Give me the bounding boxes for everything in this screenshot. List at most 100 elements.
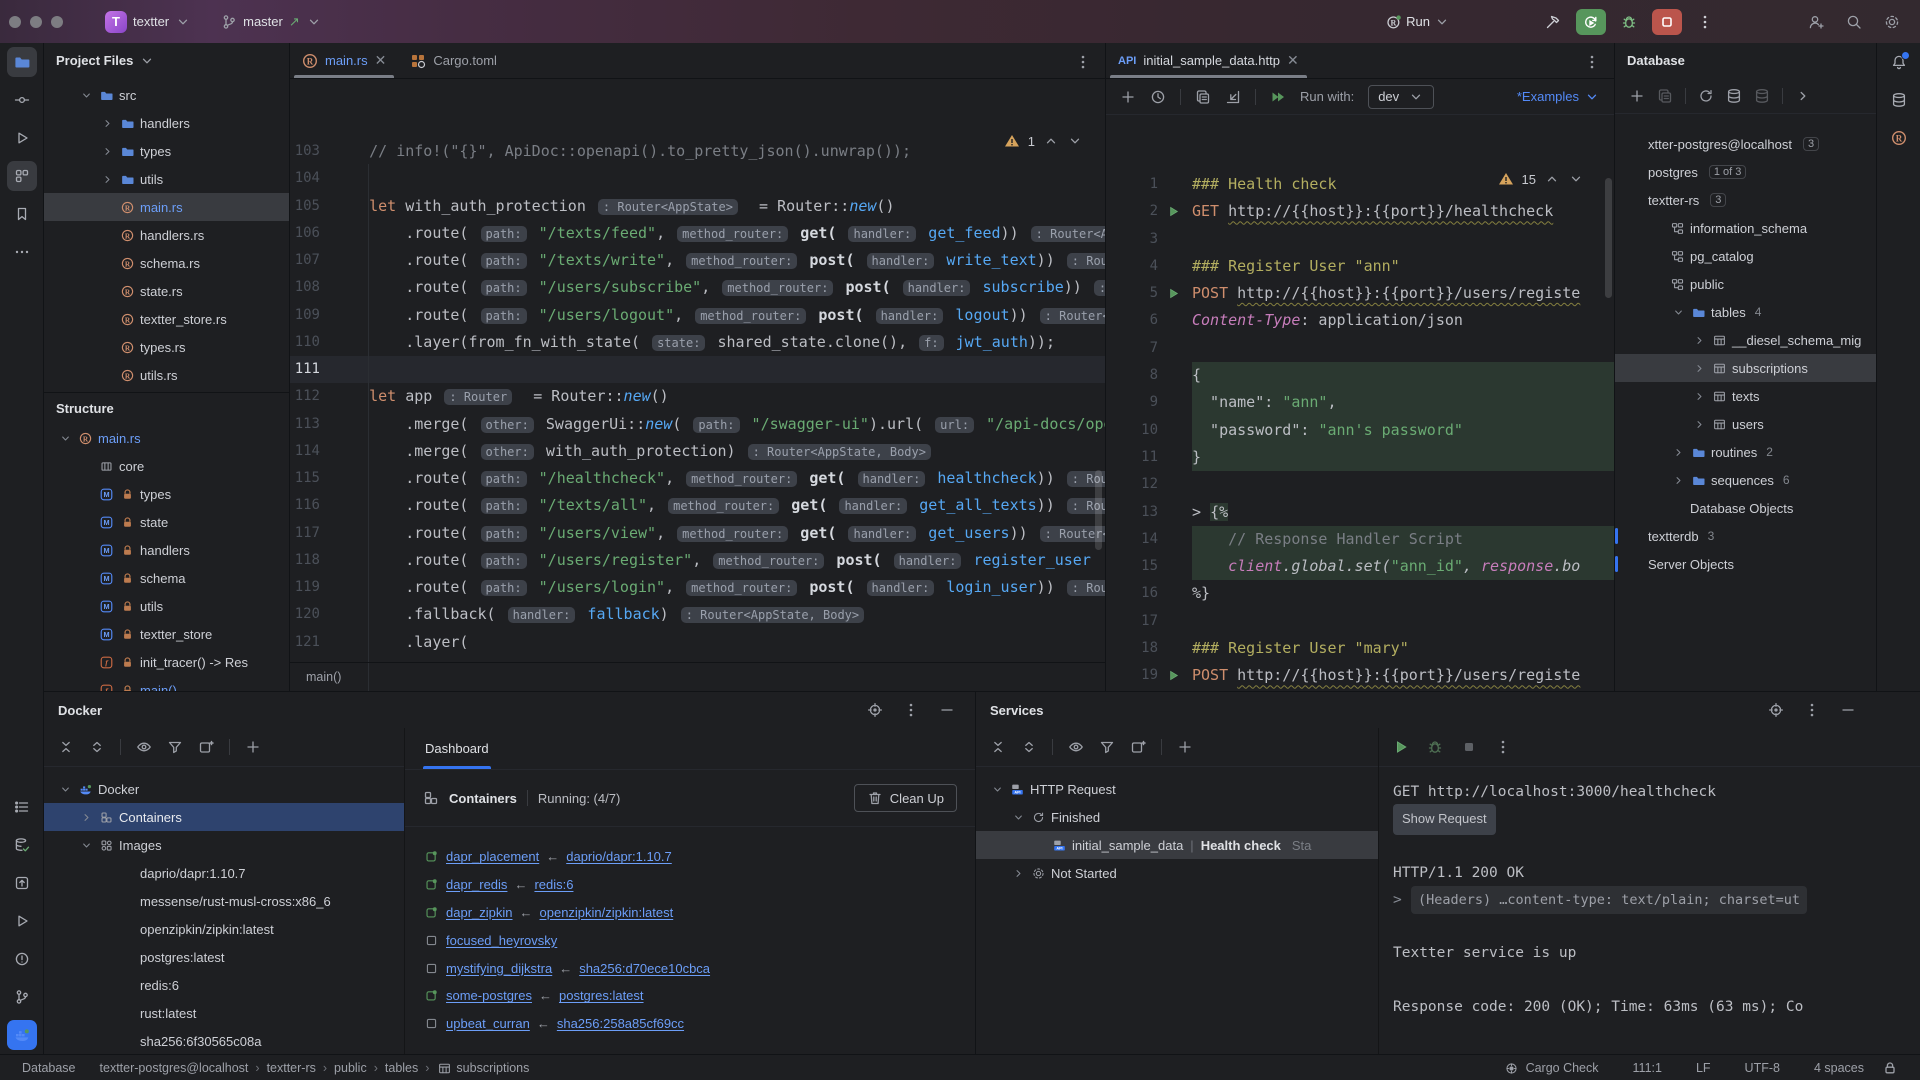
rust-stripe-icon[interactable]: R <box>1884 123 1914 153</box>
filter-icon[interactable] <box>1099 739 1115 755</box>
search-icon[interactable] <box>1846 14 1862 30</box>
new-tab-icon[interactable] <box>198 739 214 755</box>
collapse-all-icon[interactable] <box>1021 739 1037 755</box>
plus-icon[interactable] <box>1120 89 1136 105</box>
db-item-server-objects[interactable]: Server Objects <box>1615 550 1876 578</box>
container-link[interactable]: some-postgres <box>446 988 532 1003</box>
status-database-label[interactable]: Database <box>22 1061 76 1075</box>
run-widget[interactable]: R Run <box>1386 14 1450 30</box>
db-item-sequences[interactable]: sequences6 <box>1615 466 1876 494</box>
docker-item-rust-latest[interactable]: rust:latest <box>44 999 404 1027</box>
docker-item-messense-rust-musl-cross-x86-6[interactable]: messense/rust-musl-cross:x86_6 <box>44 887 404 915</box>
db-item-texts[interactable]: texts <box>1615 382 1876 410</box>
docker-item-redis-6[interactable]: redis:6 <box>44 971 404 999</box>
structure-item-main-rs[interactable]: Rmain.rs <box>44 424 289 452</box>
run-outline-icon[interactable] <box>7 123 37 153</box>
chevron-right-icon[interactable] <box>1795 88 1811 104</box>
response-console[interactable]: GET http://localhost:3000/healthcheckSho… <box>1379 767 1920 1021</box>
docker-item-docker[interactable]: Docker <box>44 775 404 803</box>
db-item-textterdb[interactable]: textterdb3 <box>1615 522 1876 550</box>
database-stripe-icon[interactable] <box>1884 85 1914 115</box>
container-link[interactable]: dapr_redis <box>446 877 507 892</box>
database-panel-header[interactable]: Database <box>1615 43 1876 78</box>
db-item-diesel-schema-mig[interactable]: __diesel_schema_mig <box>1615 326 1876 354</box>
refresh-icon[interactable] <box>1698 88 1714 104</box>
new-tab-icon[interactable] <box>1130 739 1146 755</box>
db-item-xtter-postgres-localhost[interactable]: xtter-postgres@localhost3 <box>1615 130 1876 158</box>
crumb-public[interactable]: public <box>334 1061 367 1075</box>
status-cargo-check[interactable]: Cargo Check <box>1504 1060 1599 1076</box>
import-icon[interactable] <box>1225 89 1241 105</box>
minimize-icon[interactable] <box>939 702 955 718</box>
project-item-handlers[interactable]: handlers <box>44 109 289 137</box>
play-icon[interactable] <box>1393 739 1409 755</box>
structure-item-schema[interactable]: Mschema <box>44 564 289 592</box>
deploy-icon[interactable] <box>7 868 37 898</box>
project-folder-icon[interactable] <box>7 47 37 77</box>
status-lf[interactable]: LF <box>1696 1061 1711 1075</box>
close-tab-icon[interactable]: ✕ <box>375 52 387 69</box>
window-close-icon[interactable] <box>9 16 21 28</box>
docker-item-postgres-latest[interactable]: postgres:latest <box>44 943 404 971</box>
db-item-information-schema[interactable]: information_schema <box>1615 214 1876 242</box>
project-item-schema-rs[interactable]: Rschema.rs <box>44 249 289 277</box>
tab-dashboard[interactable]: Dashboard <box>423 728 491 769</box>
editor-scrollbar[interactable] <box>1095 470 1102 550</box>
kebab-icon[interactable] <box>1690 9 1720 35</box>
run-all-icon[interactable] <box>1270 89 1286 105</box>
editor-code-area[interactable]: 103 // info!("{}", ApiDoc::openapi().to_… <box>290 121 1105 662</box>
env-select[interactable]: dev <box>1368 85 1434 109</box>
collapse-all-icon[interactable] <box>89 739 105 755</box>
docker-item-images[interactable]: Images <box>44 831 404 859</box>
crumb-subscriptions[interactable]: subscriptions <box>436 1060 529 1076</box>
filter-icon[interactable] <box>167 739 183 755</box>
project-panel-header[interactable]: Project Files <box>44 43 289 78</box>
run-request-icon[interactable] <box>1165 204 1181 220</box>
db-item-tables[interactable]: tables4 <box>1615 298 1876 326</box>
kebab-icon[interactable] <box>1584 54 1600 70</box>
db-item-postgres[interactable]: postgres1 of 3 <box>1615 158 1876 186</box>
project-item-types-rs[interactable]: Rtypes.rs <box>44 333 289 361</box>
project-item-types[interactable]: types <box>44 137 289 165</box>
services-header[interactable]: Services <box>976 692 1920 728</box>
project-widget[interactable]: T textter <box>105 11 191 33</box>
db-item-public[interactable]: public <box>1615 270 1876 298</box>
more-icon[interactable] <box>7 237 37 267</box>
editor-inspections-widget[interactable]: 1 <box>1004 133 1083 149</box>
structure-icon[interactable] <box>7 161 37 191</box>
expand-all-icon[interactable] <box>990 739 1006 755</box>
add-user-icon[interactable] <box>1808 14 1824 30</box>
structure-item-init-tracer-res[interactable]: finit_tracer() -> Res <box>44 648 289 676</box>
db-item-users[interactable]: users <box>1615 410 1876 438</box>
breadcrumb[interactable]: main() <box>306 670 341 684</box>
container-link[interactable]: mystifying_dijkstra <box>446 961 552 976</box>
stop-icon[interactable] <box>1652 9 1682 35</box>
kebab-icon[interactable] <box>903 702 919 718</box>
duplicate-icon[interactable] <box>1657 88 1673 104</box>
vcs-branch-icon[interactable] <box>7 982 37 1012</box>
container-link[interactable]: dapr_placement <box>446 849 539 864</box>
plus-icon[interactable] <box>245 739 261 755</box>
db-item-subscriptions[interactable]: subscriptions <box>1615 354 1876 382</box>
db-item-textter-rs[interactable]: textter-rs3 <box>1615 186 1876 214</box>
examples-icon[interactable] <box>1195 89 1211 105</box>
project-item-utils[interactable]: utils <box>44 165 289 193</box>
container-link[interactable]: dapr_zipkin <box>446 905 513 920</box>
status-utf-8[interactable]: UTF-8 <box>1745 1061 1780 1075</box>
kebab-icon[interactable] <box>1804 702 1820 718</box>
project-item-src[interactable]: src <box>44 81 289 109</box>
plus-icon[interactable] <box>1629 88 1645 104</box>
image-link[interactable]: sha256:258a85cf69cc <box>557 1016 684 1031</box>
target-icon[interactable] <box>867 702 883 718</box>
eye-icon[interactable] <box>136 739 152 755</box>
clean-up-button[interactable]: Clean Up <box>854 784 957 812</box>
image-link[interactable]: redis:6 <box>534 877 573 892</box>
structure-item-utils[interactable]: Mutils <box>44 592 289 620</box>
docker-item-sha256-6f30565c08a[interactable]: sha256:6f30565c08a <box>44 1027 404 1055</box>
database-gear-icon[interactable] <box>1726 88 1742 104</box>
structure-panel-header[interactable]: Structure <box>44 393 289 424</box>
gear-icon[interactable] <box>1884 14 1900 30</box>
status-111-1[interactable]: 111:1 <box>1633 1061 1662 1075</box>
docker-item-openzipkin-zipkin-latest[interactable]: openzipkin/zipkin:latest <box>44 915 404 943</box>
kebab-icon[interactable] <box>1495 739 1511 755</box>
